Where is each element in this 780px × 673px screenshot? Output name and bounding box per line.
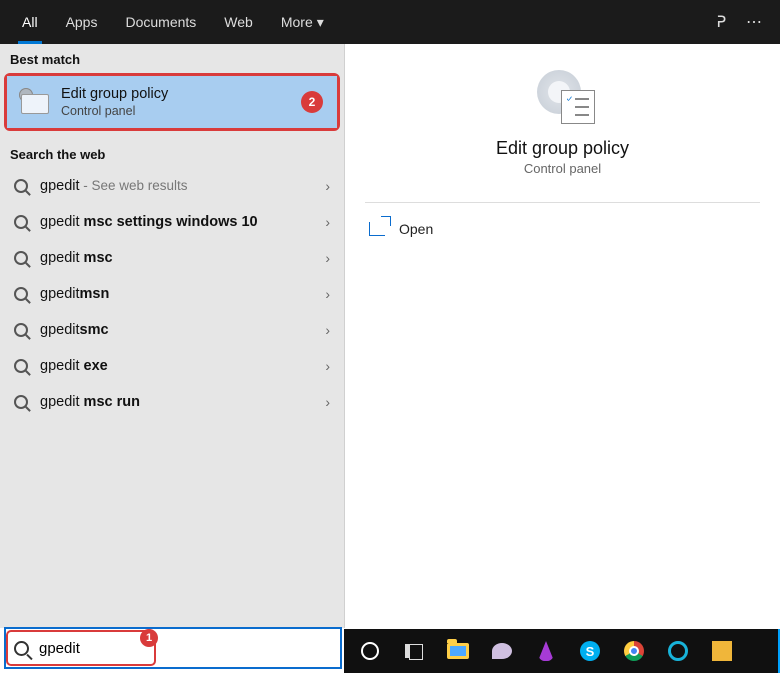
more-options-icon[interactable]: ⋯ xyxy=(746,12,762,32)
file-explorer-icon[interactable] xyxy=(438,631,478,671)
web-result-2[interactable]: gpedit msc› xyxy=(4,240,340,276)
web-result-3[interactable]: gpeditmsn› xyxy=(4,276,340,312)
top-tabs-bar: All Apps Documents Web More▾ ᕈ ⋯ xyxy=(0,0,780,44)
web-result-6[interactable]: gpedit msc run› xyxy=(4,384,340,420)
flame-icon[interactable] xyxy=(526,631,566,671)
web-result-4[interactable]: gpeditsmc› xyxy=(4,312,340,348)
feedback-icon[interactable]: ᕈ xyxy=(716,12,726,32)
search-icon xyxy=(14,359,28,373)
search-icon xyxy=(14,641,29,656)
chevron-right-icon: › xyxy=(325,250,330,266)
tab-all[interactable]: All xyxy=(8,0,52,44)
detail-pane: Edit group policy Control panel Open xyxy=(345,44,780,628)
section-best-match: Best match xyxy=(0,44,344,73)
tab-apps[interactable]: Apps xyxy=(52,0,112,44)
snip-icon[interactable] xyxy=(482,631,522,671)
action-open-label: Open xyxy=(399,221,433,237)
web-result-text: gpeditmsn xyxy=(40,286,325,302)
annotation-badge-2: 2 xyxy=(301,91,323,113)
chevron-right-icon: › xyxy=(325,394,330,410)
best-match-result[interactable]: Edit group policy Control panel 2 xyxy=(4,73,340,131)
open-icon xyxy=(369,222,385,236)
skype-icon[interactable]: S xyxy=(570,631,610,671)
web-result-text: gpedit msc run xyxy=(40,394,325,410)
detail-title: Edit group policy xyxy=(345,138,780,159)
web-result-5[interactable]: gpedit exe› xyxy=(4,348,340,384)
tab-documents[interactable]: Documents xyxy=(111,0,210,44)
detail-subtitle: Control panel xyxy=(345,161,780,176)
taskbar: S xyxy=(344,629,780,673)
chevron-down-icon: ▾ xyxy=(317,14,324,31)
tab-more[interactable]: More▾ xyxy=(267,0,338,44)
web-result-text: gpedit exe xyxy=(40,358,325,374)
search-icon xyxy=(14,215,28,229)
search-bar-container: 1 xyxy=(4,627,342,669)
search-icon xyxy=(14,179,28,193)
section-search-web: Search the web xyxy=(0,139,344,168)
search-icon xyxy=(14,287,28,301)
taskview-icon[interactable] xyxy=(394,631,434,671)
web-results-list: gpedit - See web results›gpedit msc sett… xyxy=(0,168,344,420)
note-icon[interactable] xyxy=(702,631,742,671)
web-result-text: gpedit msc xyxy=(40,250,325,266)
group-policy-large-icon xyxy=(531,68,595,124)
chevron-right-icon: › xyxy=(325,214,330,230)
search-icon xyxy=(14,395,28,409)
action-open[interactable]: Open xyxy=(345,213,780,245)
web-result-text: gpedit - See web results xyxy=(40,178,325,194)
search-icon xyxy=(14,323,28,337)
best-match-title: Edit group policy xyxy=(61,86,168,102)
search-icon xyxy=(14,251,28,265)
search-bar[interactable] xyxy=(4,627,342,669)
web-result-text: gpedit msc settings windows 10 xyxy=(40,214,325,230)
best-match-subtitle: Control panel xyxy=(61,104,168,118)
chevron-right-icon: › xyxy=(325,286,330,302)
chrome-icon[interactable] xyxy=(614,631,654,671)
search-input[interactable] xyxy=(39,640,332,657)
web-result-1[interactable]: gpedit msc settings windows 10› xyxy=(4,204,340,240)
cortana-icon[interactable] xyxy=(350,631,390,671)
web-result-0[interactable]: gpedit - See web results› xyxy=(4,168,340,204)
web-result-text: gpeditsmc xyxy=(40,322,325,338)
chevron-right-icon: › xyxy=(325,322,330,338)
group-policy-icon xyxy=(19,88,49,116)
detail-divider xyxy=(365,202,760,203)
results-pane: Best match Edit group policy Control pan… xyxy=(0,44,344,628)
chevron-right-icon: › xyxy=(325,358,330,374)
tab-web[interactable]: Web xyxy=(210,0,267,44)
circle-app-icon[interactable] xyxy=(658,631,698,671)
chevron-right-icon: › xyxy=(325,178,330,194)
